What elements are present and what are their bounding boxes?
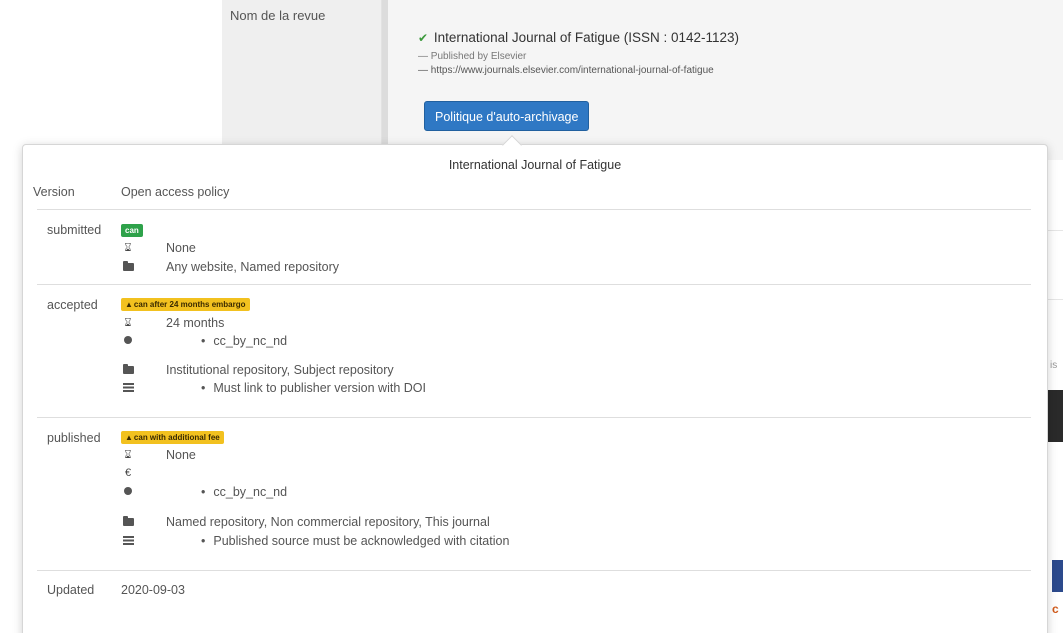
divider: [37, 284, 1031, 285]
column-header-version: Version: [33, 185, 75, 199]
warning-icon: ▲: [125, 433, 133, 442]
list-icon: [121, 534, 135, 548]
field-label-journal-name: Nom de la revue: [230, 8, 326, 23]
popover-title: International Journal of Fatigue: [448, 158, 622, 172]
check-circle-icon: ✔︎: [418, 31, 429, 45]
hourglass-icon: ⌛︎: [124, 242, 132, 254]
condition-value: Must link to publisher version with DOI: [201, 381, 426, 395]
status-badge-can: can: [121, 224, 143, 237]
locations-value: Named repository, Non commercial reposit…: [166, 515, 490, 529]
embargo-value: None: [166, 448, 196, 462]
hourglass-icon: ⌛︎: [124, 449, 132, 461]
self-archiving-policy-button[interactable]: Politique d'auto-archivage: [424, 101, 590, 131]
version-accepted: accepted: [47, 298, 98, 312]
form-value-column: ✔︎ International Journal of Fatigue (ISS…: [382, 0, 1063, 160]
version-submitted: submitted: [47, 223, 102, 237]
list-icon: [121, 381, 135, 395]
version-published: published: [47, 431, 101, 445]
status-badge-fee: ▲can with additional fee: [121, 431, 224, 444]
divider: [37, 417, 1031, 418]
status-badge-embargo: ▲can after 24 months embargo: [121, 298, 250, 311]
condition-value: Published source must be acknowledged wi…: [201, 534, 509, 548]
folder-icon: [121, 260, 135, 274]
folder-icon: [121, 363, 135, 377]
locations-value: Any website, Named repository: [166, 260, 339, 274]
folder-icon: [121, 515, 135, 529]
divider: [37, 209, 1031, 210]
journal-title-line: ✔︎ International Journal of Fatigue (ISS…: [418, 30, 739, 45]
page: Nom de la revue ✔︎ International Journal…: [0, 0, 1063, 633]
journal-form: Nom de la revue ✔︎ International Journal…: [222, 0, 1063, 160]
license-dot-icon: [121, 334, 135, 348]
embargo-value: None: [166, 241, 196, 255]
journal-title: International Journal of Fatigue (ISSN :…: [433, 30, 740, 45]
column-header-policy: Open access policy: [121, 185, 230, 199]
form-label-column: Nom de la revue: [222, 0, 382, 160]
publisher-line: — Published by Elsevier: [418, 51, 527, 62]
warning-icon: ▲: [125, 300, 133, 309]
license-value: cc_by_nc_nd: [201, 334, 287, 348]
journal-url-link[interactable]: — https://www.journals.elsevier.com/inte…: [418, 65, 714, 76]
license-value: cc_by_nc_nd: [201, 485, 287, 499]
embargo-value: 24 months: [166, 316, 225, 330]
license-dot-icon: [121, 485, 135, 499]
self-archiving-policy-popover: International Journal of Fatigue Version…: [22, 135, 1048, 633]
updated-date: 2020-09-03: [121, 583, 185, 597]
locations-value: Institutional repository, Subject reposi…: [166, 363, 394, 377]
background-logo-fragment: [1052, 560, 1063, 592]
divider: [37, 570, 1031, 571]
background-dark-block: [1048, 390, 1063, 442]
updated-label: Updated: [47, 583, 95, 597]
background-text-fragment: is: [1050, 360, 1058, 371]
background-logo-letter: c: [1052, 602, 1059, 616]
hourglass-icon: ⌛︎: [124, 317, 132, 329]
euro-icon: €: [124, 467, 132, 479]
